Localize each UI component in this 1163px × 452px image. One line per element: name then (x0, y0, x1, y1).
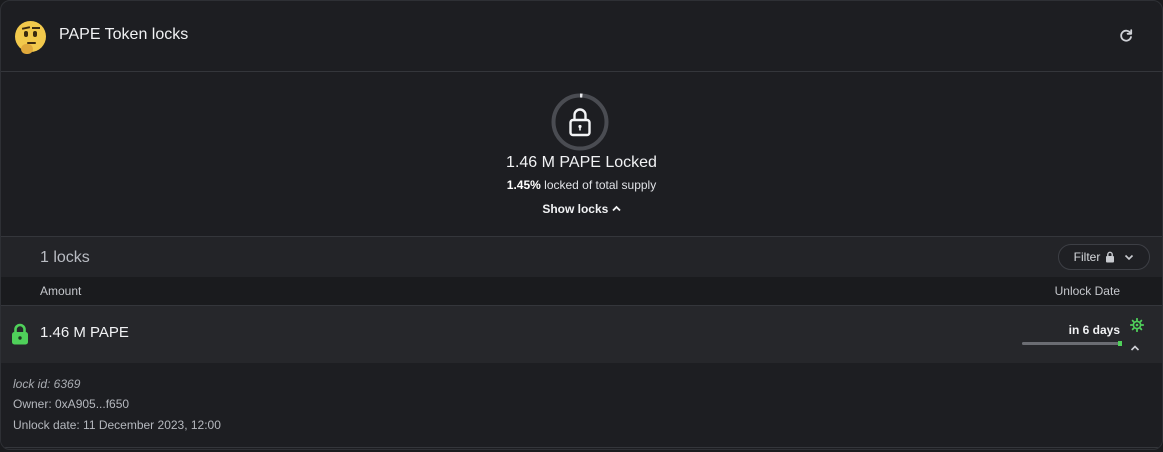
panel-header: PAPE Token locks (1, 1, 1162, 72)
thinking-face-icon (15, 21, 46, 54)
column-unlock-date: Unlock Date (1054, 284, 1120, 298)
locked-amount-text: 1.46 M PAPE Locked (506, 154, 657, 171)
page-title: PAPE Token locks (59, 26, 189, 43)
filter-label: Filter (1073, 250, 1101, 264)
locks-toolbar: 1 locks Filter (1, 237, 1162, 277)
filter-button[interactable]: Filter (1058, 244, 1150, 270)
token-locks-panel: PAPE Token locks 1.46 M PAPE Locked 1.45… (0, 0, 1163, 450)
show-locks-label: Show locks (542, 202, 609, 216)
lock-amount: 1.46 M PAPE (40, 324, 129, 341)
chevron-up-icon[interactable] (1130, 344, 1140, 352)
gear-icon[interactable] (1130, 318, 1144, 332)
column-amount: Amount (40, 284, 82, 298)
locks-table-header: Amount Unlock Date (1, 277, 1162, 306)
lock-icon (1106, 251, 1115, 263)
locks-count: 1 locks (40, 249, 90, 266)
lock-unlock-date: Unlock date: 11 December 2023, 12:00 (13, 418, 221, 432)
locked-percent-value: 1.45% (506, 178, 541, 192)
chevron-down-icon (1125, 254, 1134, 260)
locked-ring-icon (551, 93, 609, 151)
lock-id: lock id: 6369 (13, 377, 81, 391)
locked-percent-text: 1.45% locked of total supply (1, 178, 1162, 192)
lock-owner: Owner: 0xA905...f650 (13, 397, 130, 411)
lock-icon (12, 323, 28, 345)
padlock-icon (569, 108, 591, 137)
locked-percent-suffix: locked of total supply (540, 178, 657, 192)
unlock-countdown: in 6 days (1068, 323, 1120, 337)
lock-summary: 1.46 M PAPE Locked 1.45% locked of total… (1, 72, 1162, 237)
table-row[interactable]: 1.46 M PAPE in 6 days (1, 306, 1162, 363)
unlock-progress-marker (1118, 341, 1122, 346)
refresh-icon[interactable] (1118, 28, 1134, 44)
chevron-up-icon (612, 205, 621, 212)
show-locks-toggle[interactable]: Show locks (1, 202, 1162, 216)
lock-details: lock id: 6369 Owner: 0xA905...f650 Unloc… (1, 363, 1162, 448)
unlock-progress-bar (1022, 342, 1122, 345)
unlock-progress-fill (1022, 342, 1119, 345)
